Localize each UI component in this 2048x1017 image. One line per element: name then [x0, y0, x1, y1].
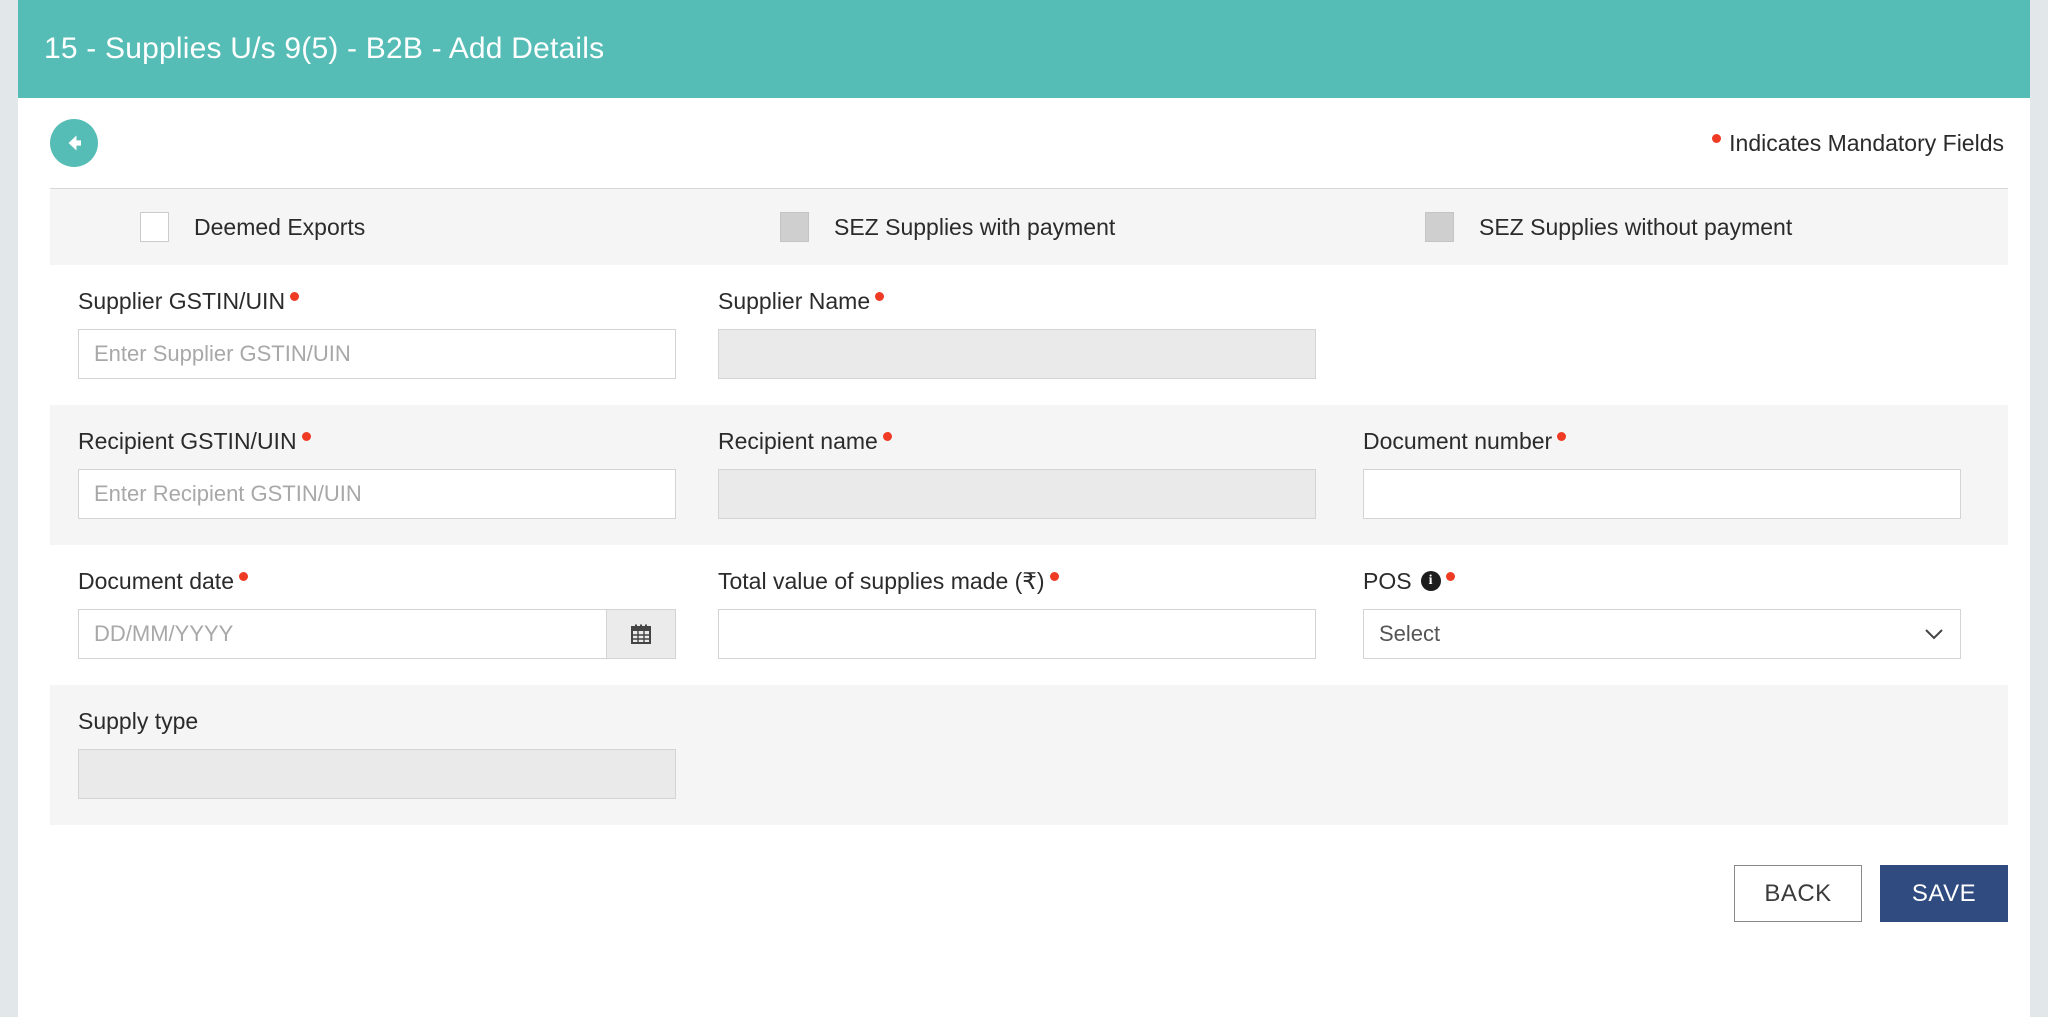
pos-selected-value: Select: [1379, 621, 1441, 646]
page-title: 15 - Supplies U/s 9(5) - B2B - Add Detai…: [44, 32, 605, 65]
supplier-name-label-wrap: Supplier Name: [718, 287, 1363, 315]
supply-type-label-wrap: Supply type: [78, 707, 718, 735]
supply-type-spacer-2: [1363, 685, 2008, 733]
document-number-label-wrap: Document number: [1363, 427, 2008, 455]
recipient-name-input: [718, 469, 1316, 519]
document-number-input[interactable]: [1363, 469, 1961, 519]
arrow-left-icon: [68, 135, 81, 151]
save-button[interactable]: SAVE: [1880, 865, 2008, 922]
checkbox-deemed-exports-box[interactable]: [140, 212, 169, 242]
field-document-number: Document number: [1363, 405, 2008, 545]
info-icon[interactable]: i: [1420, 571, 1441, 591]
required-dot-icon: [301, 431, 311, 441]
checkbox-sez-with-payment[interactable]: SEZ Supplies with payment: [780, 212, 1425, 242]
mandatory-fields-label: Indicates Mandatory Fields: [1729, 129, 2004, 156]
checkbox-deemed-exports[interactable]: Deemed Exports: [140, 212, 780, 242]
supply-type-input: [78, 749, 676, 799]
form-container: Deemed Exports SEZ Supplies with payment…: [50, 188, 2008, 825]
back-button[interactable]: BACK: [1734, 865, 1862, 922]
supplier-name-label: Supplier Name: [718, 287, 871, 314]
total-value-input[interactable]: [718, 609, 1316, 659]
required-dot-icon: [238, 571, 248, 581]
total-value-label: Total value of supplies made (₹): [718, 567, 1045, 594]
pos-label-wrap: POS i: [1363, 567, 2008, 595]
supplier-name-input: [718, 329, 1316, 379]
supply-type-row: Supply type: [50, 685, 2008, 825]
supplier-row-spacer: [1363, 265, 2008, 313]
pos-select-wrap: Select: [1363, 609, 1961, 659]
field-supplier-gstin: Supplier GSTIN/UIN: [78, 265, 718, 405]
calendar-icon: [631, 624, 651, 644]
supplier-gstin-label: Supplier GSTIN/UIN: [78, 287, 286, 314]
sub-header: Indicates Mandatory Fields: [18, 98, 2030, 188]
pos-select[interactable]: Select: [1363, 609, 1961, 659]
required-dot-icon: [882, 431, 892, 441]
recipient-gstin-label-wrap: Recipient GSTIN/UIN: [78, 427, 718, 455]
required-dot-icon: [875, 291, 885, 301]
supply-type-spacer-1: [718, 685, 1363, 733]
supply-type-label: Supply type: [78, 707, 199, 734]
mandatory-fields-note: Indicates Mandatory Fields: [1712, 130, 2004, 157]
document-date-row: Document date DD/MM/YYYY Total value of …: [50, 545, 2008, 685]
recipient-gstin-input[interactable]: [78, 469, 676, 519]
document-date-label: Document date: [78, 567, 234, 594]
required-dot-icon: [1445, 571, 1455, 581]
recipient-name-label-wrap: Recipient name: [718, 427, 1363, 455]
field-recipient-name: Recipient name: [718, 405, 1363, 545]
required-dot-icon: [290, 291, 300, 301]
supplier-gstin-label-wrap: Supplier GSTIN/UIN: [78, 287, 718, 315]
checkbox-sez-with-payment-box[interactable]: [780, 212, 809, 242]
checkbox-sez-without-payment-box[interactable]: [1425, 212, 1454, 242]
field-total-value: Total value of supplies made (₹): [718, 545, 1363, 685]
recipient-name-label: Recipient name: [718, 427, 878, 454]
supplier-gstin-input[interactable]: [78, 329, 676, 379]
page-container: 15 - Supplies U/s 9(5) - B2B - Add Detai…: [18, 0, 2030, 1017]
required-dot-icon: [1049, 571, 1059, 581]
document-number-label: Document number: [1363, 427, 1553, 454]
supplier-row: Supplier GSTIN/UIN Supplier Name: [50, 265, 2008, 405]
document-date-label-wrap: Document date: [78, 567, 718, 595]
required-dot-icon: [1557, 431, 1567, 441]
field-supplier-name: Supplier Name: [718, 265, 1363, 405]
field-supply-type: Supply type: [78, 685, 718, 825]
calendar-picker-button[interactable]: [606, 609, 676, 659]
checkbox-sez-without-payment-label: SEZ Supplies without payment: [1479, 213, 1793, 240]
field-pos: POS i Select: [1363, 545, 2008, 685]
total-value-label-wrap: Total value of supplies made (₹): [718, 567, 1363, 595]
recipient-gstin-label: Recipient GSTIN/UIN: [78, 427, 297, 454]
checkbox-deemed-exports-label: Deemed Exports: [194, 213, 366, 240]
form-footer: BACK SAVE: [18, 825, 2030, 922]
document-date-input[interactable]: [78, 609, 606, 659]
field-recipient-gstin: Recipient GSTIN/UIN: [78, 405, 718, 545]
supply-category-row: Deemed Exports SEZ Supplies with payment…: [50, 189, 2008, 265]
app-header: 15 - Supplies U/s 9(5) - B2B - Add Detai…: [18, 0, 2030, 98]
document-date-group: [78, 609, 676, 659]
checkbox-sez-with-payment-label: SEZ Supplies with payment: [834, 213, 1116, 240]
recipient-row: Recipient GSTIN/UIN Recipient name Docum…: [50, 405, 2008, 545]
mandatory-dot-icon: [1712, 134, 1722, 143]
field-document-date: Document date: [78, 545, 718, 685]
back-arrow-button[interactable]: [50, 119, 98, 167]
checkbox-sez-without-payment[interactable]: SEZ Supplies without payment: [1425, 212, 2025, 242]
pos-label: POS: [1363, 567, 1412, 594]
